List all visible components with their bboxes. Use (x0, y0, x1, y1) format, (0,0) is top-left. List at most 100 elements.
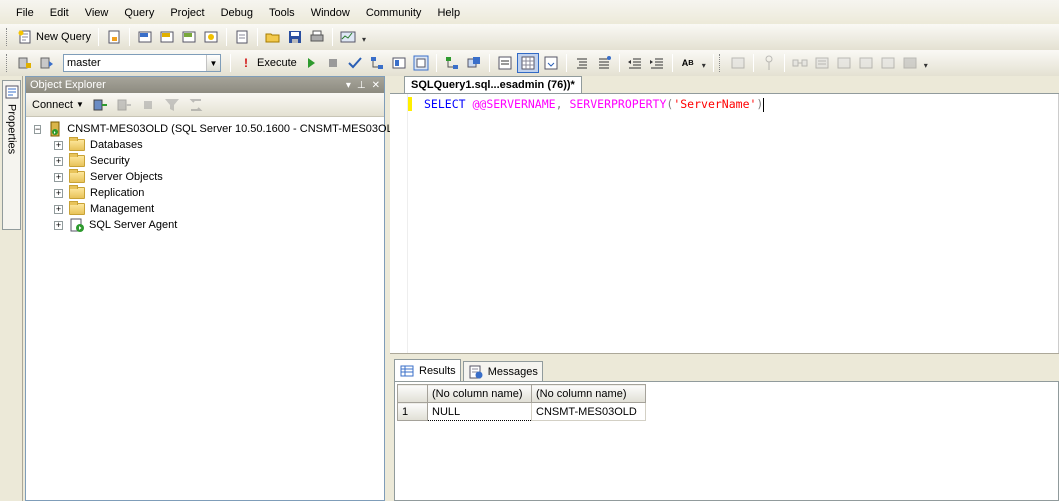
database-select[interactable]: master ▼ (63, 54, 221, 72)
table-designer-icon (730, 55, 746, 71)
sqlcmd-mode-button[interactable] (411, 53, 431, 73)
expand-icon[interactable]: + (54, 172, 63, 182)
disabled-tool-button-7[interactable] (878, 53, 898, 73)
change-connection-button[interactable] (37, 53, 57, 73)
dmx-query-button[interactable] (157, 27, 177, 47)
toolbar-separator (565, 54, 567, 72)
comment-button[interactable] (572, 53, 592, 73)
uncomment-button[interactable] (594, 53, 614, 73)
tree-node-replication[interactable]: + Replication (26, 185, 384, 201)
toolbar-grip[interactable] (6, 28, 9, 46)
menu-help[interactable]: Help (429, 5, 468, 21)
disabled-tool-button-6[interactable] (856, 53, 876, 73)
properties-tab[interactable]: Properties (2, 80, 21, 230)
disabled-tool-button-4[interactable] (812, 53, 832, 73)
toolbar-grip[interactable] (6, 54, 9, 72)
increase-indent-button[interactable] (647, 53, 667, 73)
auto-hide-pin-icon[interactable]: ⊥ (357, 80, 366, 91)
connect-dropdown-button[interactable]: Connect ▼ (30, 95, 86, 115)
menu-project[interactable]: Project (162, 5, 212, 21)
refresh-button[interactable] (186, 95, 206, 115)
sql-editor[interactable]: SELECT @@SERVERNAME, SERVERPROPERTY('Ser… (390, 94, 1059, 353)
tree-node-sql-server-agent[interactable]: + SQL Server Agent (26, 217, 384, 233)
expand-icon[interactable]: + (54, 204, 63, 214)
column-header[interactable]: (No column name) (531, 384, 646, 403)
toolbar-overflow-icon[interactable]: ▾ (360, 30, 368, 44)
query-designer-button[interactable] (389, 53, 409, 73)
disabled-tool-button-3[interactable] (790, 53, 810, 73)
table-cell[interactable]: NULL (427, 402, 532, 421)
specify-values-button[interactable]: AB (678, 53, 698, 73)
expand-icon[interactable]: + (54, 220, 63, 230)
decrease-indent-button[interactable] (625, 53, 645, 73)
filter-button[interactable] (162, 95, 182, 115)
table-cell[interactable]: CNSMT-MES03OLD (531, 402, 646, 421)
toolbar-separator (230, 54, 231, 72)
connect-button[interactable] (15, 53, 35, 73)
tree-node-security[interactable]: + Security (26, 153, 384, 169)
new-doc-button[interactable] (232, 27, 252, 47)
save-button[interactable] (285, 27, 305, 47)
disabled-tool-button-5[interactable] (834, 53, 854, 73)
cancel-query-button[interactable] (323, 53, 343, 73)
results-to-grid-button[interactable] (516, 53, 539, 73)
client-statistics-button[interactable] (464, 53, 484, 73)
toolbar-separator (226, 28, 228, 46)
text-caret (763, 97, 765, 112)
tab-sqlquery1[interactable]: SQLQuery1.sql...esadmin (76))* (404, 76, 582, 93)
disabled-tool-button-1[interactable] (728, 53, 748, 73)
tree-node-server-objects[interactable]: + Server Objects (26, 169, 384, 185)
tree-node-databases[interactable]: + Databases (26, 137, 384, 153)
results-to-file-button[interactable] (541, 53, 561, 73)
print-button[interactable] (307, 27, 327, 47)
tab-results[interactable]: Results (394, 359, 461, 381)
expand-icon[interactable]: + (54, 140, 63, 150)
include-actual-plan-button[interactable] (442, 53, 462, 73)
parse-button[interactable] (345, 53, 365, 73)
debug-button[interactable] (301, 53, 321, 73)
execute-button[interactable]: ! Execute (236, 53, 299, 73)
properties-strip: Properties (0, 76, 23, 501)
close-icon[interactable]: ✕ (372, 80, 380, 91)
menu-window[interactable]: Window (303, 5, 358, 21)
new-query-button[interactable]: New Query (15, 27, 93, 47)
activity-monitor-button[interactable] (338, 27, 358, 47)
menu-view[interactable]: View (77, 5, 117, 21)
stop-button[interactable] (138, 95, 158, 115)
messages-icon (468, 364, 484, 380)
toolbar-overflow-icon[interactable]: ▾ (700, 56, 708, 70)
open-file-button[interactable] (263, 27, 283, 47)
new-file-button[interactable] (104, 27, 124, 47)
keyword-select: SELECT (424, 97, 466, 111)
ce-query-button[interactable] (201, 27, 221, 47)
menu-file[interactable]: File (8, 5, 42, 21)
expand-icon[interactable]: + (54, 156, 63, 166)
menu-community[interactable]: Community (358, 5, 430, 21)
disabled-tool-button-2[interactable] (759, 53, 779, 73)
execute-label: Execute (257, 57, 297, 69)
row-number[interactable]: 1 (397, 402, 428, 421)
menu-tools[interactable]: Tools (261, 5, 303, 21)
sql-code-line[interactable]: SELECT @@SERVERNAME, SERVERPROPERTY('Ser… (424, 97, 765, 112)
mdx-query-button[interactable] (135, 27, 155, 47)
display-plan-button[interactable] (367, 53, 387, 73)
results-to-text-button[interactable] (495, 53, 515, 73)
disabled-tool-button-8[interactable] (900, 53, 920, 73)
comment-lines-icon (574, 55, 590, 71)
disconnect-button[interactable] (114, 95, 134, 115)
menu-debug[interactable]: Debug (213, 5, 261, 21)
menu-edit[interactable]: Edit (42, 5, 77, 21)
toolbar-overflow-icon[interactable]: ▾ (922, 56, 930, 70)
connect-object-explorer-button[interactable] (90, 95, 110, 115)
column-header[interactable]: (No column name) (427, 384, 532, 403)
row-header-corner[interactable] (397, 384, 428, 403)
tree-node-server[interactable]: − CNSMT-MES03OLD (SQL Server 10.50.1600 … (26, 121, 404, 137)
menu-query[interactable]: Query (116, 5, 162, 21)
toolbar-grip[interactable] (718, 54, 722, 72)
tab-messages[interactable]: Messages (462, 361, 543, 381)
tree-node-management[interactable]: + Management (26, 201, 384, 217)
collapse-icon[interactable]: − (34, 124, 42, 134)
expand-icon[interactable]: + (54, 188, 63, 198)
xmla-query-button[interactable] (179, 27, 199, 47)
window-position-icon[interactable]: ▾ (346, 80, 351, 91)
